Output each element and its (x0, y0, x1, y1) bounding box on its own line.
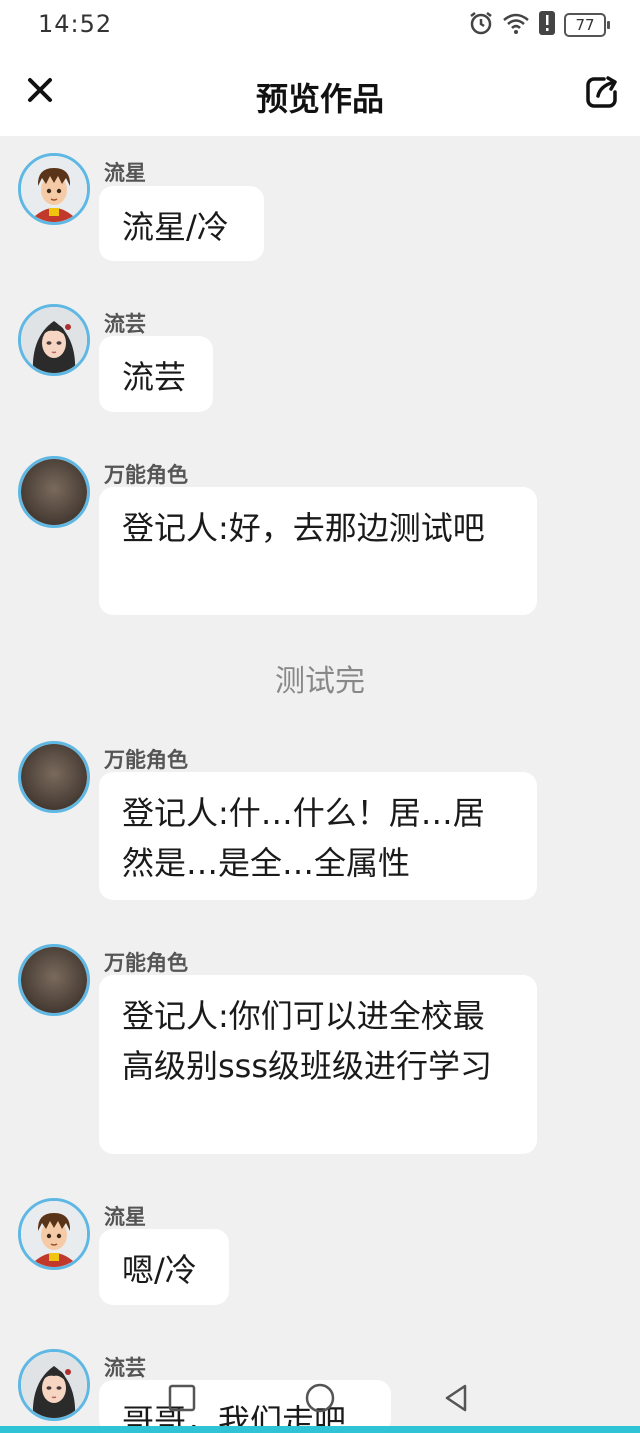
avatar-generic[interactable] (18, 741, 90, 813)
narration-text: 测试完 (275, 664, 365, 699)
speaker-name: 万能角色 (104, 748, 188, 772)
speaker-name: 流星 (104, 161, 146, 185)
share-icon (584, 74, 620, 114)
status-bar: 14:52 77 (0, 0, 640, 50)
message-bubble: 嗯/冷 (99, 1229, 229, 1305)
home-icon (304, 1382, 336, 1418)
avatar-liuxing[interactable] (18, 1198, 90, 1270)
recent-apps-button[interactable] (160, 1378, 204, 1422)
speaker-name: 流芸 (104, 312, 146, 336)
message-bubble: 登记人:什…什么！居…居然是…是全…全属性 (99, 772, 537, 900)
message-bubble: 登记人:你们可以进全校最高级别sss级班级进行学习 (99, 975, 537, 1154)
recent-apps-icon (167, 1383, 197, 1417)
avatar-generic[interactable] (18, 456, 90, 528)
avatar-generic[interactable] (18, 944, 90, 1016)
page-title: 预览作品 (255, 80, 384, 118)
bottom-accent-bar (0, 1426, 640, 1433)
back-icon (441, 1383, 471, 1417)
alarm-icon (468, 10, 494, 40)
share-button[interactable] (580, 72, 624, 116)
speaker-name: 流星 (104, 1205, 146, 1229)
speaker-name: 万能角色 (104, 951, 188, 975)
back-button[interactable] (434, 1378, 478, 1422)
message-bubble: 登记人:好，去那边测试吧 (99, 487, 537, 615)
avatar-liuxing[interactable] (18, 153, 90, 225)
home-button[interactable] (298, 1378, 342, 1422)
wifi-icon (502, 11, 530, 39)
top-bar: 预览作品 (0, 50, 640, 136)
avatar-liuyun[interactable] (18, 304, 90, 376)
alert-icon (538, 10, 556, 40)
message-bubble: 流芸 (99, 336, 213, 412)
message-bubble: 流星/冷 (99, 186, 264, 261)
status-icons: 77 (468, 10, 610, 40)
system-nav-bar (0, 1366, 640, 1433)
battery-icon: 77 (564, 13, 610, 37)
speaker-name: 万能角色 (104, 463, 188, 487)
status-time: 14:52 (38, 10, 113, 38)
